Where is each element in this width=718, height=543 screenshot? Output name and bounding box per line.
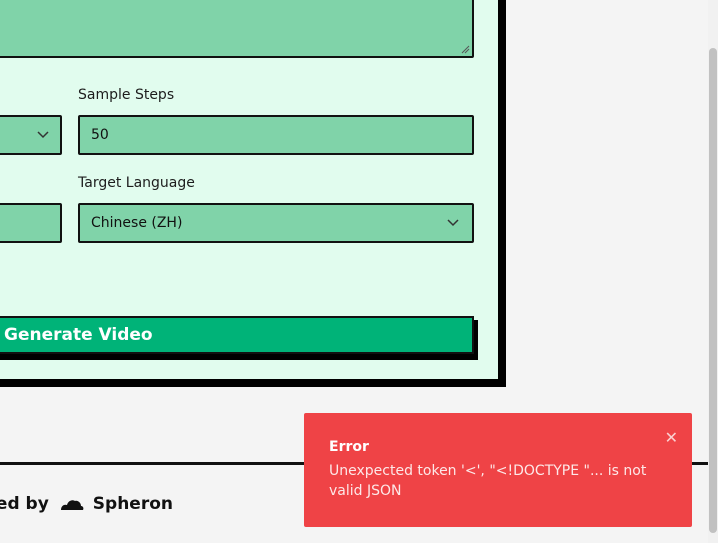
powered-by-prefix: ered by	[0, 494, 49, 514]
page-scrollbar[interactable]	[708, 0, 718, 543]
left-input-field[interactable]	[0, 203, 62, 243]
target-language-select[interactable]: Chinese (ZH)	[78, 203, 474, 243]
resize-grip-icon[interactable]	[461, 45, 470, 54]
chevron-down-icon	[37, 131, 49, 139]
spheron-brand[interactable]: Spheron	[93, 494, 173, 514]
sample-steps-value: 50	[91, 127, 109, 143]
generate-video-button[interactable]: Generate Video	[0, 316, 474, 354]
powered-by: ered by Spheron	[0, 494, 173, 514]
generate-video-label: Generate Video	[4, 325, 153, 345]
sample-steps-label: Sample Steps	[78, 87, 175, 103]
cloud-icon	[60, 500, 84, 510]
target-language-label: Target Language	[78, 175, 195, 191]
left-select-field[interactable]	[0, 115, 62, 155]
chevron-down-icon	[447, 219, 459, 227]
target-language-value: Chinese (ZH)	[91, 215, 183, 231]
toast-title: Error	[329, 439, 369, 455]
scrollbar-thumb[interactable]	[709, 48, 717, 533]
error-toast: Error Unexpected token '<', "<!DOCTYPE "…	[304, 413, 692, 527]
toast-message: Unexpected token '<', "<!DOCTYPE "... is…	[329, 463, 647, 499]
close-icon[interactable]: ✕	[665, 428, 678, 447]
sample-steps-input[interactable]: 50	[78, 115, 474, 155]
prompt-textarea[interactable]	[0, 0, 474, 58]
